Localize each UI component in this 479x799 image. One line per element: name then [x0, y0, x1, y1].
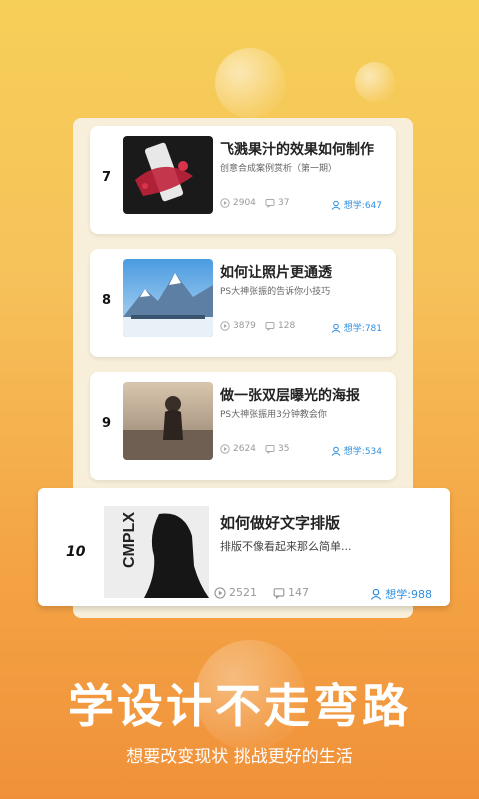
user-icon	[371, 588, 382, 600]
course-subtitle: 创意合成案例赏析（第一期）	[220, 164, 338, 174]
comments-count: 147	[288, 586, 309, 599]
views-count: 2521	[229, 586, 257, 599]
views-stat: 2624	[220, 444, 256, 454]
featured-course-card[interactable]: 10 CMPLX 如何做好文字排版 排版不像看起来那么简单... 2521 14…	[38, 488, 450, 606]
play-circle-icon	[214, 586, 226, 599]
course-thumbnail	[123, 259, 213, 337]
want-learn-count: 想学:534	[343, 447, 382, 457]
promo-headline: 学设计不走弯路	[68, 679, 411, 733]
course-subtitle: PS大神张振的告诉你小技巧	[220, 287, 331, 297]
user-icon	[331, 446, 341, 456]
play-circle-icon	[220, 444, 230, 454]
want-learn-stat[interactable]: 想学:988	[370, 586, 432, 602]
course-thumbnail	[123, 136, 213, 214]
course-title: 飞溅果汁的效果如何制作	[220, 142, 374, 158]
user-icon	[331, 323, 341, 333]
views-stat: 2521	[214, 586, 257, 599]
comment-icon	[273, 587, 285, 599]
want-learn-count: 想学:988	[385, 588, 432, 601]
want-learn-count: 想学:647	[343, 201, 382, 211]
course-card[interactable]: 7 飞溅果汁的效果如何制作 创意合成案例赏析（第一期） 2904 37 想学:6…	[90, 126, 396, 234]
comment-icon	[265, 322, 275, 331]
comments-stat: 128	[265, 321, 295, 331]
course-rank: 8	[102, 293, 112, 308]
comments-stat: 147	[273, 586, 309, 599]
decor-bubble	[355, 62, 395, 102]
comments-stat: 37	[265, 198, 289, 208]
comments-count: 37	[278, 198, 290, 208]
views-count: 2624	[233, 444, 256, 454]
play-circle-icon	[220, 321, 230, 331]
course-title: 做一张双层曝光的海报	[220, 388, 360, 404]
course-rank: 7	[102, 170, 112, 185]
want-learn-stat[interactable]: 想学:534	[331, 444, 382, 457]
want-learn-count: 想学:781	[343, 324, 382, 334]
views-count: 2904	[233, 198, 256, 208]
comment-icon	[265, 445, 275, 454]
comments-stat: 35	[265, 444, 289, 454]
course-thumbnail	[123, 382, 213, 460]
comments-count: 128	[278, 321, 296, 331]
course-rank: 9	[102, 416, 112, 431]
comments-count: 35	[278, 444, 290, 454]
promo-tagline: 想要改变现状 挑战更好的生活	[126, 747, 353, 767]
views-stat: 2904	[220, 198, 256, 208]
want-learn-stat[interactable]: 想学:781	[331, 321, 382, 334]
course-thumbnail: CMPLX	[104, 506, 209, 598]
course-title: 如何做好文字排版	[220, 514, 341, 532]
course-rank: 10	[66, 544, 86, 560]
course-card[interactable]: 8 如何让照片更通透 PS大神张振的告诉你小技巧 3879 128 想学:781	[90, 249, 396, 357]
comment-icon	[265, 199, 275, 208]
views-stat: 3879	[220, 321, 256, 331]
course-subtitle: PS大神张振用3分钟教会你	[220, 410, 327, 420]
decor-bubble	[215, 48, 285, 118]
play-circle-icon	[220, 198, 230, 208]
course-subtitle: 排版不像看起来那么简单...	[220, 540, 352, 553]
thumbnail-text: CMPLX	[121, 512, 138, 568]
user-icon	[331, 200, 341, 210]
views-count: 3879	[233, 321, 256, 331]
course-title: 如何让照片更通透	[220, 265, 332, 281]
want-learn-stat[interactable]: 想学:647	[331, 198, 382, 211]
app-screen: 7 飞溅果汁的效果如何制作 创意合成案例赏析（第一期） 2904 37 想学:6…	[0, 0, 479, 799]
course-card[interactable]: 9 做一张双层曝光的海报 PS大神张振用3分钟教会你 2624 35 想学:53…	[90, 372, 396, 480]
